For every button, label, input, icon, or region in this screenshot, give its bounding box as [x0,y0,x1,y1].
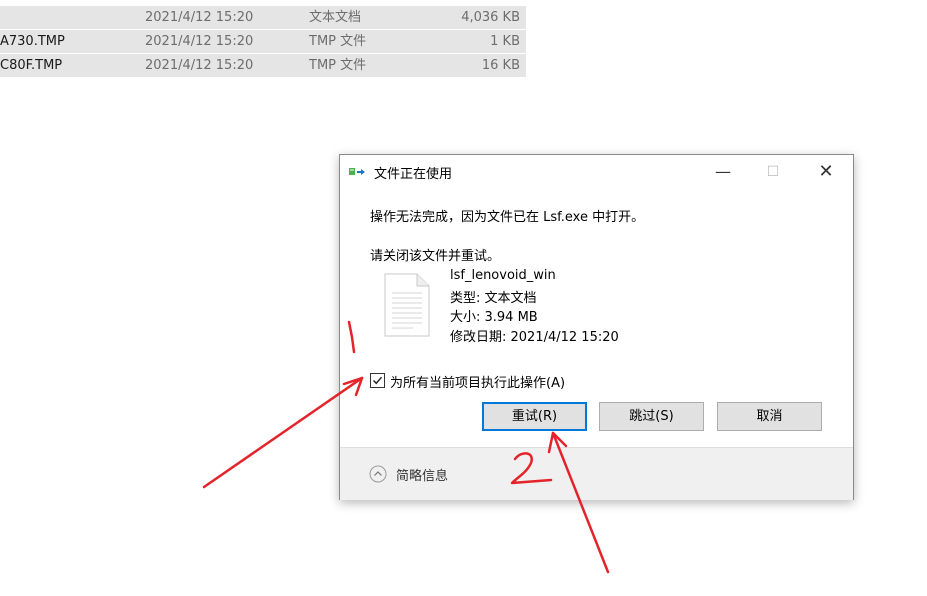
annotation-mark-2 [510,452,553,485]
arrow-to-checkbox [202,376,364,489]
annotation-mark-1 [347,320,356,354]
arrow-to-retry [551,431,610,574]
annotation-overlay [202,320,610,574]
